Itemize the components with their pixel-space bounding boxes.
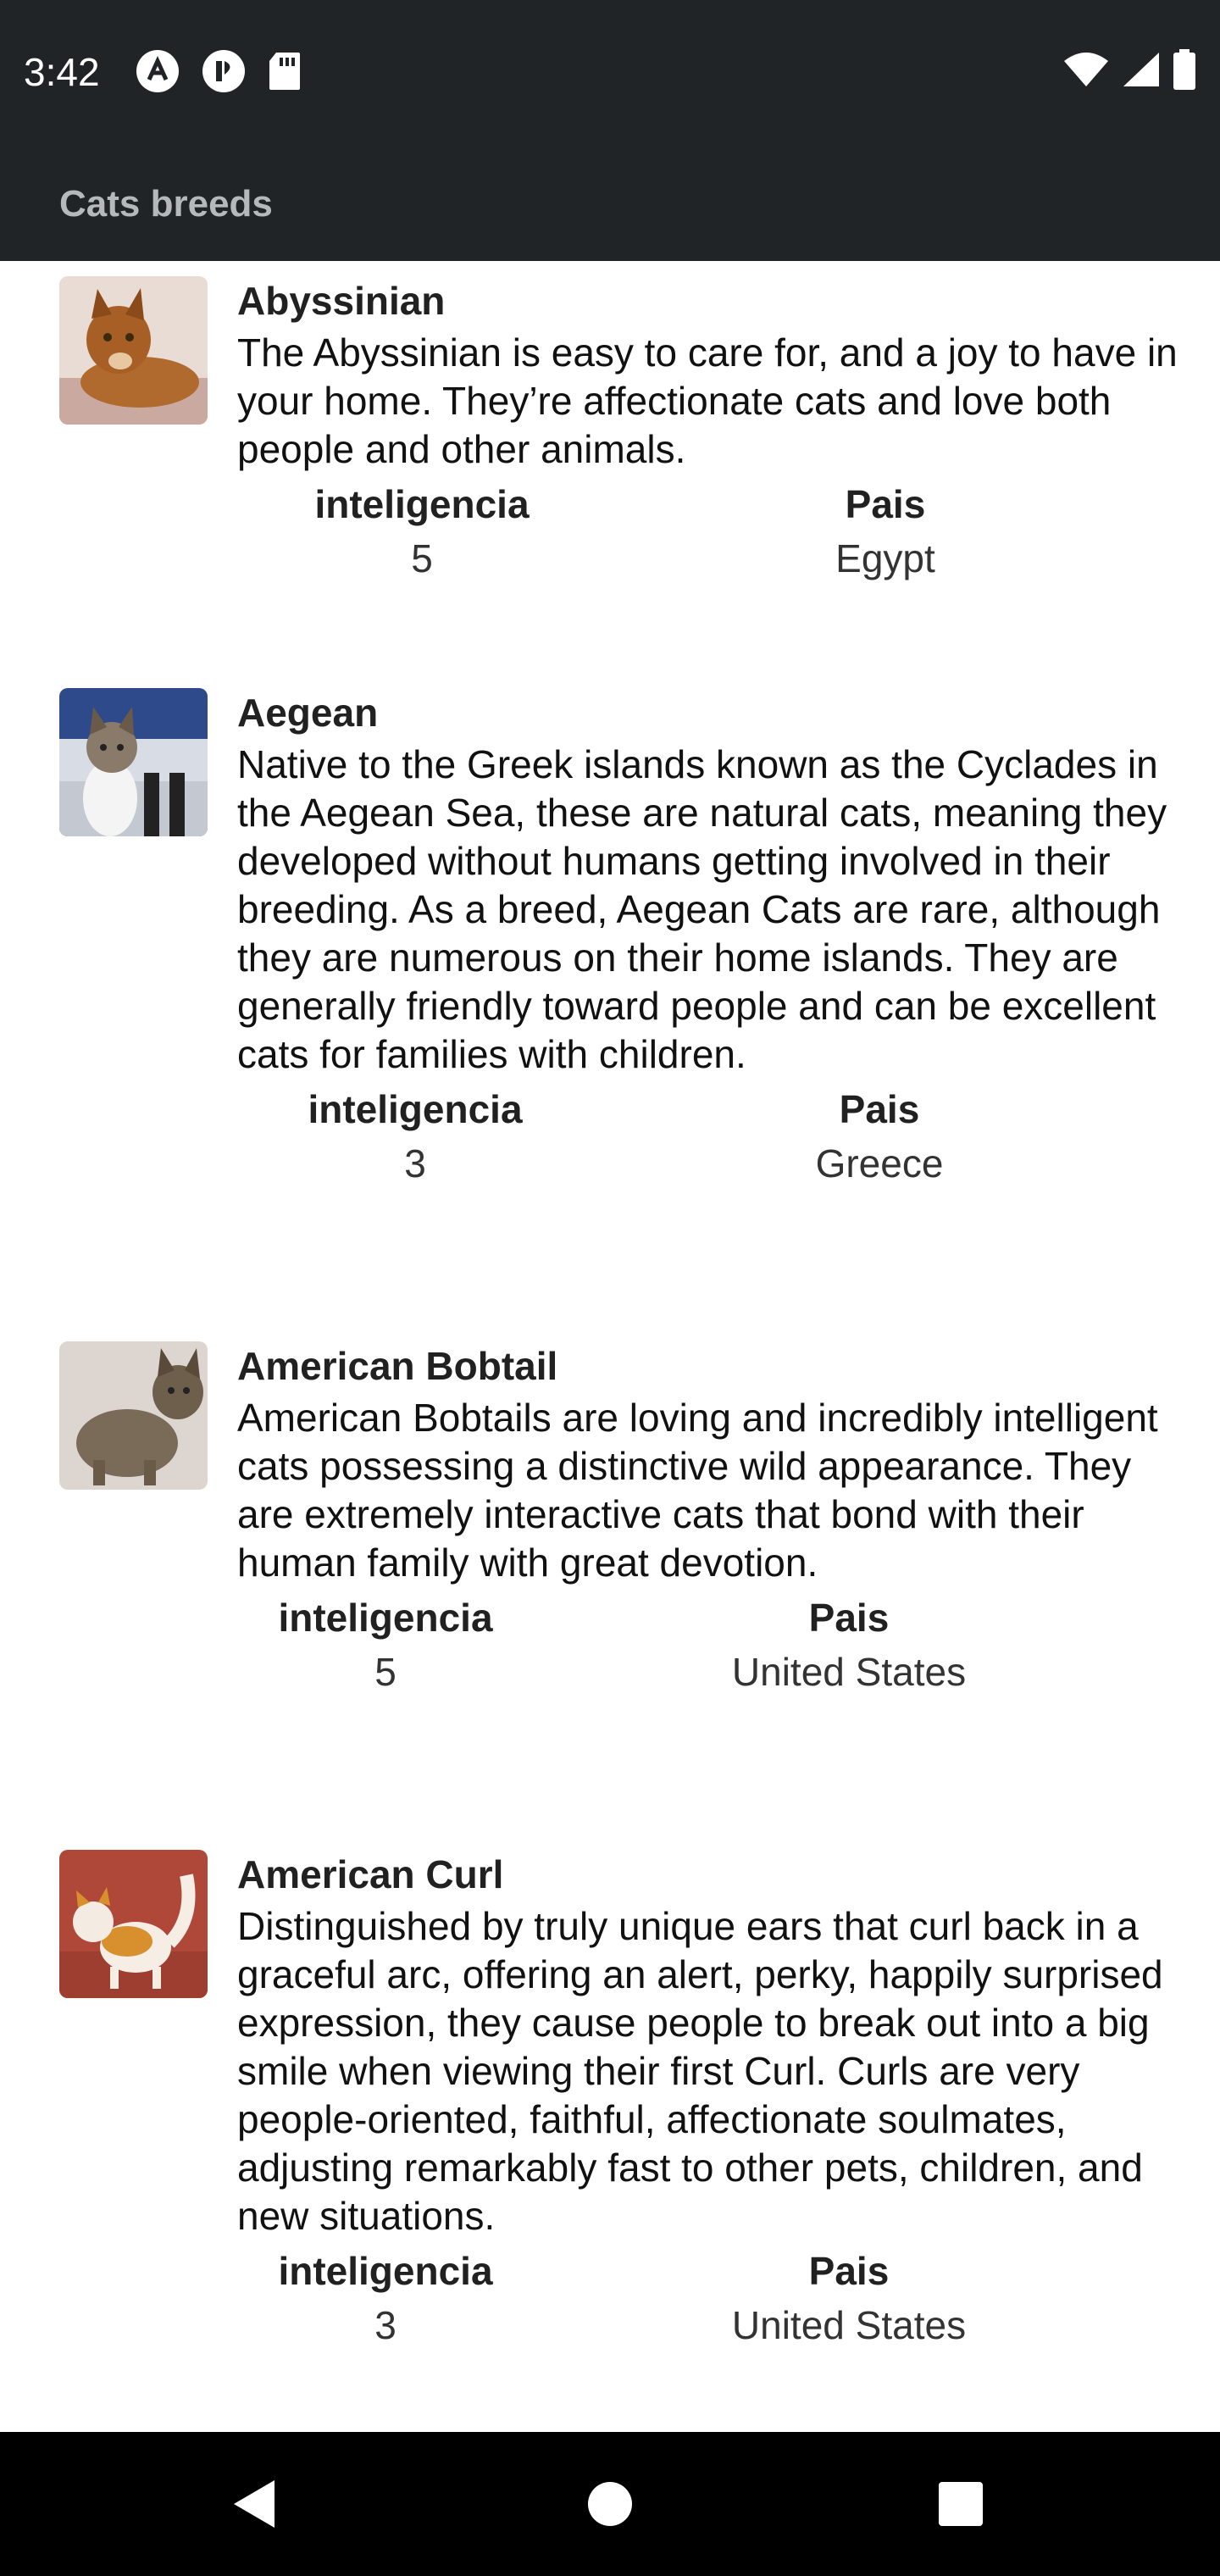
breed-image-american-curl bbox=[59, 1850, 208, 1998]
country-stat: Pais Greece bbox=[727, 1084, 1032, 1192]
breed-name: Aegean bbox=[237, 691, 379, 735]
country-label: Pais bbox=[808, 1596, 890, 1640]
breed-text: Aegean Native to the Greek islands known… bbox=[237, 688, 1178, 1189]
breed-image-american-bobtail bbox=[59, 1341, 208, 1490]
breed-stats: inteligencia 5 Pais Egypt bbox=[237, 474, 1178, 584]
breed-name: American Bobtail bbox=[237, 1344, 558, 1388]
breed-text: Abyssinian The Abyssinian is easy to car… bbox=[237, 276, 1178, 584]
back-icon[interactable] bbox=[230, 2479, 278, 2534]
intelligence-stat: inteligencia 5 bbox=[233, 1592, 538, 1701]
app-title: Cats breeds bbox=[59, 183, 273, 225]
intelligence-label: inteligencia bbox=[278, 2249, 493, 2293]
status-right-icons bbox=[1062, 49, 1196, 94]
breed-stats: inteligencia 3 Pais Greece bbox=[237, 1079, 1178, 1189]
breed-stats: inteligencia 5 Pais United States bbox=[237, 1587, 1178, 1697]
breed-text: American Curl Distinguished by truly uni… bbox=[237, 1850, 1178, 2351]
wifi-icon bbox=[1062, 51, 1110, 92]
country-value: Greece bbox=[815, 1141, 944, 1185]
breed-description: The Abyssinian is easy to care for, and … bbox=[237, 330, 1178, 471]
android-app-icon bbox=[136, 49, 180, 97]
country-stat: Pais Egypt bbox=[733, 479, 1038, 587]
breed-stats: inteligencia 3 Pais United States bbox=[237, 2240, 1178, 2351]
navigation-bar bbox=[0, 2432, 1220, 2576]
country-stat: Pais United States bbox=[696, 1592, 1001, 1701]
country-value: United States bbox=[731, 2303, 967, 2347]
intelligence-value: 5 bbox=[374, 1650, 396, 1694]
intelligence-stat: inteligencia 3 bbox=[233, 2246, 538, 2354]
status-left-icons bbox=[136, 49, 302, 97]
country-value: United States bbox=[731, 1650, 967, 1694]
intelligence-label: inteligencia bbox=[278, 1596, 493, 1640]
breed-name: Abyssinian bbox=[237, 279, 446, 323]
breed-list[interactable]: Abyssinian The Abyssinian is easy to car… bbox=[0, 261, 1220, 2432]
intelligence-stat: inteligencia 3 bbox=[263, 1084, 568, 1192]
country-label: Pais bbox=[808, 2249, 890, 2293]
home-icon[interactable] bbox=[586, 2479, 634, 2534]
breed-image-aegean bbox=[59, 688, 208, 836]
recents-icon[interactable] bbox=[937, 2479, 984, 2534]
status-time: 3:42 bbox=[24, 50, 100, 94]
country-label: Pais bbox=[845, 482, 926, 526]
country-value: Egypt bbox=[835, 536, 935, 580]
breed-description: Distinguished by truly unique ears that … bbox=[237, 1904, 1163, 2238]
intelligence-label: inteligencia bbox=[308, 1087, 523, 1131]
country-label: Pais bbox=[839, 1087, 920, 1131]
intelligence-value: 3 bbox=[374, 2303, 396, 2347]
breed-text: American Bobtail American Bobtails are l… bbox=[237, 1341, 1178, 1697]
sd-card-icon bbox=[268, 51, 302, 96]
play-icon bbox=[202, 49, 246, 97]
breed-description: American Bobtails are loving and incredi… bbox=[237, 1396, 1158, 1585]
intelligence-value: 5 bbox=[411, 536, 433, 580]
battery-icon bbox=[1173, 49, 1196, 94]
app-bar: Cats breeds bbox=[0, 144, 1220, 261]
breed-image-abyssinian bbox=[59, 276, 208, 425]
breed-description: Native to the Greek islands known as the… bbox=[237, 742, 1167, 1076]
status-bar: 3:42 bbox=[0, 0, 1220, 144]
breed-name: American Curl bbox=[237, 1852, 504, 1896]
signal-icon bbox=[1122, 51, 1161, 92]
intelligence-label: inteligencia bbox=[314, 482, 530, 526]
country-stat: Pais United States bbox=[696, 2246, 1001, 2354]
intelligence-stat: inteligencia 5 bbox=[269, 479, 574, 587]
intelligence-value: 3 bbox=[404, 1141, 426, 1185]
